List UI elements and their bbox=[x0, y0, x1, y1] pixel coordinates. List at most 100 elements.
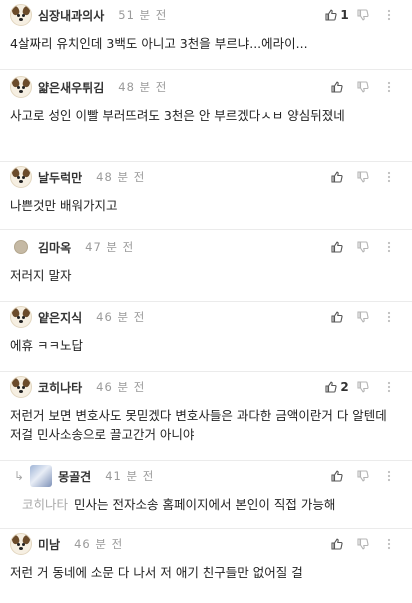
dislike-button[interactable] bbox=[350, 237, 376, 257]
dislike-button[interactable] bbox=[350, 167, 376, 187]
thumbs-up-icon bbox=[331, 171, 343, 183]
more-button[interactable] bbox=[376, 466, 402, 486]
dislike-button[interactable] bbox=[350, 377, 376, 397]
avatar[interactable] bbox=[10, 306, 32, 328]
nickname[interactable]: 얇은새우튀김 bbox=[38, 79, 104, 96]
thumbs-down-icon bbox=[357, 171, 369, 183]
like-button[interactable] bbox=[324, 167, 350, 187]
nickname[interactable]: 코히나타 bbox=[38, 379, 82, 396]
timestamp: 48 분 전 bbox=[118, 80, 168, 94]
comment-actions bbox=[324, 307, 402, 327]
like-button[interactable] bbox=[324, 77, 350, 97]
timestamp: 41 분 전 bbox=[105, 469, 155, 483]
comment-header: 얕은지식 46 분 전 bbox=[0, 302, 412, 332]
like-button[interactable] bbox=[324, 466, 350, 486]
dislike-button[interactable] bbox=[350, 77, 376, 97]
thumbs-down-icon bbox=[357, 9, 369, 21]
dislike-button[interactable] bbox=[350, 5, 376, 25]
thumbs-down-icon bbox=[357, 538, 369, 550]
more-vertical-icon bbox=[387, 470, 391, 482]
comment-actions bbox=[324, 77, 402, 97]
more-vertical-icon bbox=[387, 81, 391, 93]
like-button[interactable]: 1 bbox=[324, 5, 350, 25]
dislike-button[interactable] bbox=[350, 534, 376, 554]
thumbs-down-icon bbox=[357, 381, 369, 393]
thumbs-down-icon bbox=[357, 470, 369, 482]
more-vertical-icon bbox=[387, 538, 391, 550]
comment-text: 4살짜리 유치인데 3백도 아니고 3천을 부르냐...에라이... bbox=[10, 36, 308, 51]
thumbs-up-icon bbox=[325, 9, 337, 21]
thumbs-up-icon bbox=[331, 538, 343, 550]
avatar[interactable] bbox=[10, 376, 32, 398]
thumbs-up-icon bbox=[331, 81, 343, 93]
more-vertical-icon bbox=[387, 241, 391, 253]
comment-item: 얕은지식 46 분 전 에휴 ㅋㅋ노답 bbox=[0, 302, 412, 372]
like-count: 1 bbox=[340, 8, 349, 22]
comment-header: 김마옥 47 분 전 bbox=[0, 232, 412, 262]
more-vertical-icon bbox=[387, 9, 391, 21]
comment-header: ↳ 몽골견 41 분 전 bbox=[0, 461, 412, 491]
comment-header: 얇은새우튀김 48 분 전 bbox=[0, 72, 412, 102]
more-vertical-icon bbox=[387, 381, 391, 393]
comment-item: 김마옥 47 분 전 저러지 말자 bbox=[0, 232, 412, 302]
timestamp: 51 분 전 bbox=[118, 8, 168, 22]
like-button[interactable] bbox=[324, 307, 350, 327]
comment-list: 심장내과의사 51 분 전 1 4살짜리 유치인데 3백도 아니고 3천을 부르… bbox=[0, 0, 412, 603]
dislike-button[interactable] bbox=[350, 466, 376, 486]
comment-header: 코히나타 46 분 전 2 bbox=[0, 372, 412, 402]
reply-to-mention[interactable]: 코히나타 bbox=[22, 497, 68, 512]
nickname[interactable]: 김마옥 bbox=[38, 239, 71, 256]
nickname[interactable]: 얕은지식 bbox=[38, 309, 82, 326]
comment-text: 코히나타 민사는 전자소송 홈페이지에서 본인이 직접 가능해 bbox=[0, 491, 412, 524]
comment-item: 얇은새우튀김 48 분 전 사고로 성인 이빨 부러뜨려도 3천은 안 부르겠다… bbox=[0, 72, 412, 162]
avatar[interactable] bbox=[10, 4, 32, 26]
more-button[interactable] bbox=[376, 534, 402, 554]
comment-item: 미남 46 분 전 저런 거 동네에 소문 다 나서 저 애기 친구들만 없어질… bbox=[0, 529, 412, 603]
comment-text: 저런거 보면 변호사도 못믿겠다 변호사들은 과다한 금액이란거 다 알텐데 저… bbox=[10, 408, 387, 442]
like-count: 2 bbox=[340, 380, 349, 394]
avatar[interactable] bbox=[10, 76, 32, 98]
reply-arrow-icon: ↳ bbox=[14, 469, 25, 483]
comment-header: 날두럭만 48 분 전 bbox=[0, 162, 412, 192]
comment-actions bbox=[324, 466, 402, 486]
avatar[interactable] bbox=[14, 240, 28, 254]
nickname[interactable]: 미남 bbox=[38, 536, 60, 553]
comment-text: 저런 거 동네에 소문 다 나서 저 애기 친구들만 없어질 걸 bbox=[10, 565, 303, 580]
avatar[interactable] bbox=[30, 465, 53, 487]
comment-header: 미남 46 분 전 bbox=[0, 529, 412, 559]
avatar[interactable] bbox=[10, 166, 32, 188]
more-vertical-icon bbox=[387, 311, 391, 323]
reply-item: ↳ 몽골견 41 분 전 코히나타 민사는 전자소송 홈페이지에서 본인이 직접 … bbox=[0, 461, 412, 529]
like-button[interactable]: 2 bbox=[324, 377, 350, 397]
comment-actions bbox=[324, 237, 402, 257]
more-button[interactable] bbox=[376, 167, 402, 187]
dislike-button[interactable] bbox=[350, 307, 376, 327]
timestamp: 48 분 전 bbox=[96, 170, 146, 184]
more-button[interactable] bbox=[376, 77, 402, 97]
timestamp: 46 분 전 bbox=[74, 537, 124, 551]
like-button[interactable] bbox=[324, 237, 350, 257]
thumbs-up-icon bbox=[331, 470, 343, 482]
more-button[interactable] bbox=[376, 5, 402, 25]
comment-text: 에휴 ㅋㅋ노답 bbox=[10, 338, 83, 353]
more-button[interactable] bbox=[376, 237, 402, 257]
thumbs-up-icon bbox=[331, 241, 343, 253]
comment-text: 저러지 말자 bbox=[10, 268, 72, 283]
avatar[interactable] bbox=[10, 533, 32, 555]
timestamp: 46 분 전 bbox=[96, 310, 146, 324]
comment-item: 코히나타 46 분 전 2 저런거 보면 변호사도 못믿겠다 변호사들은 과다한… bbox=[0, 372, 412, 461]
comment-text: 사고로 성인 이빨 부러뜨려도 3천은 안 부르겠다ㅅㅂ 양심뒤졌네 bbox=[10, 108, 345, 123]
like-button[interactable] bbox=[324, 534, 350, 554]
thumbs-down-icon bbox=[357, 81, 369, 93]
more-button[interactable] bbox=[376, 377, 402, 397]
comment-actions: 1 bbox=[324, 5, 402, 25]
nickname[interactable]: 몽골견 bbox=[58, 468, 91, 485]
nickname[interactable]: 날두럭만 bbox=[38, 169, 82, 186]
comment-actions bbox=[324, 167, 402, 187]
more-button[interactable] bbox=[376, 307, 402, 327]
timestamp: 47 분 전 bbox=[85, 240, 135, 254]
comment-header: 심장내과의사 51 분 전 1 bbox=[0, 0, 412, 30]
comment-item: 심장내과의사 51 분 전 1 4살짜리 유치인데 3백도 아니고 3천을 부르… bbox=[0, 0, 412, 70]
nickname[interactable]: 심장내과의사 bbox=[38, 7, 104, 24]
timestamp: 46 분 전 bbox=[96, 380, 146, 394]
